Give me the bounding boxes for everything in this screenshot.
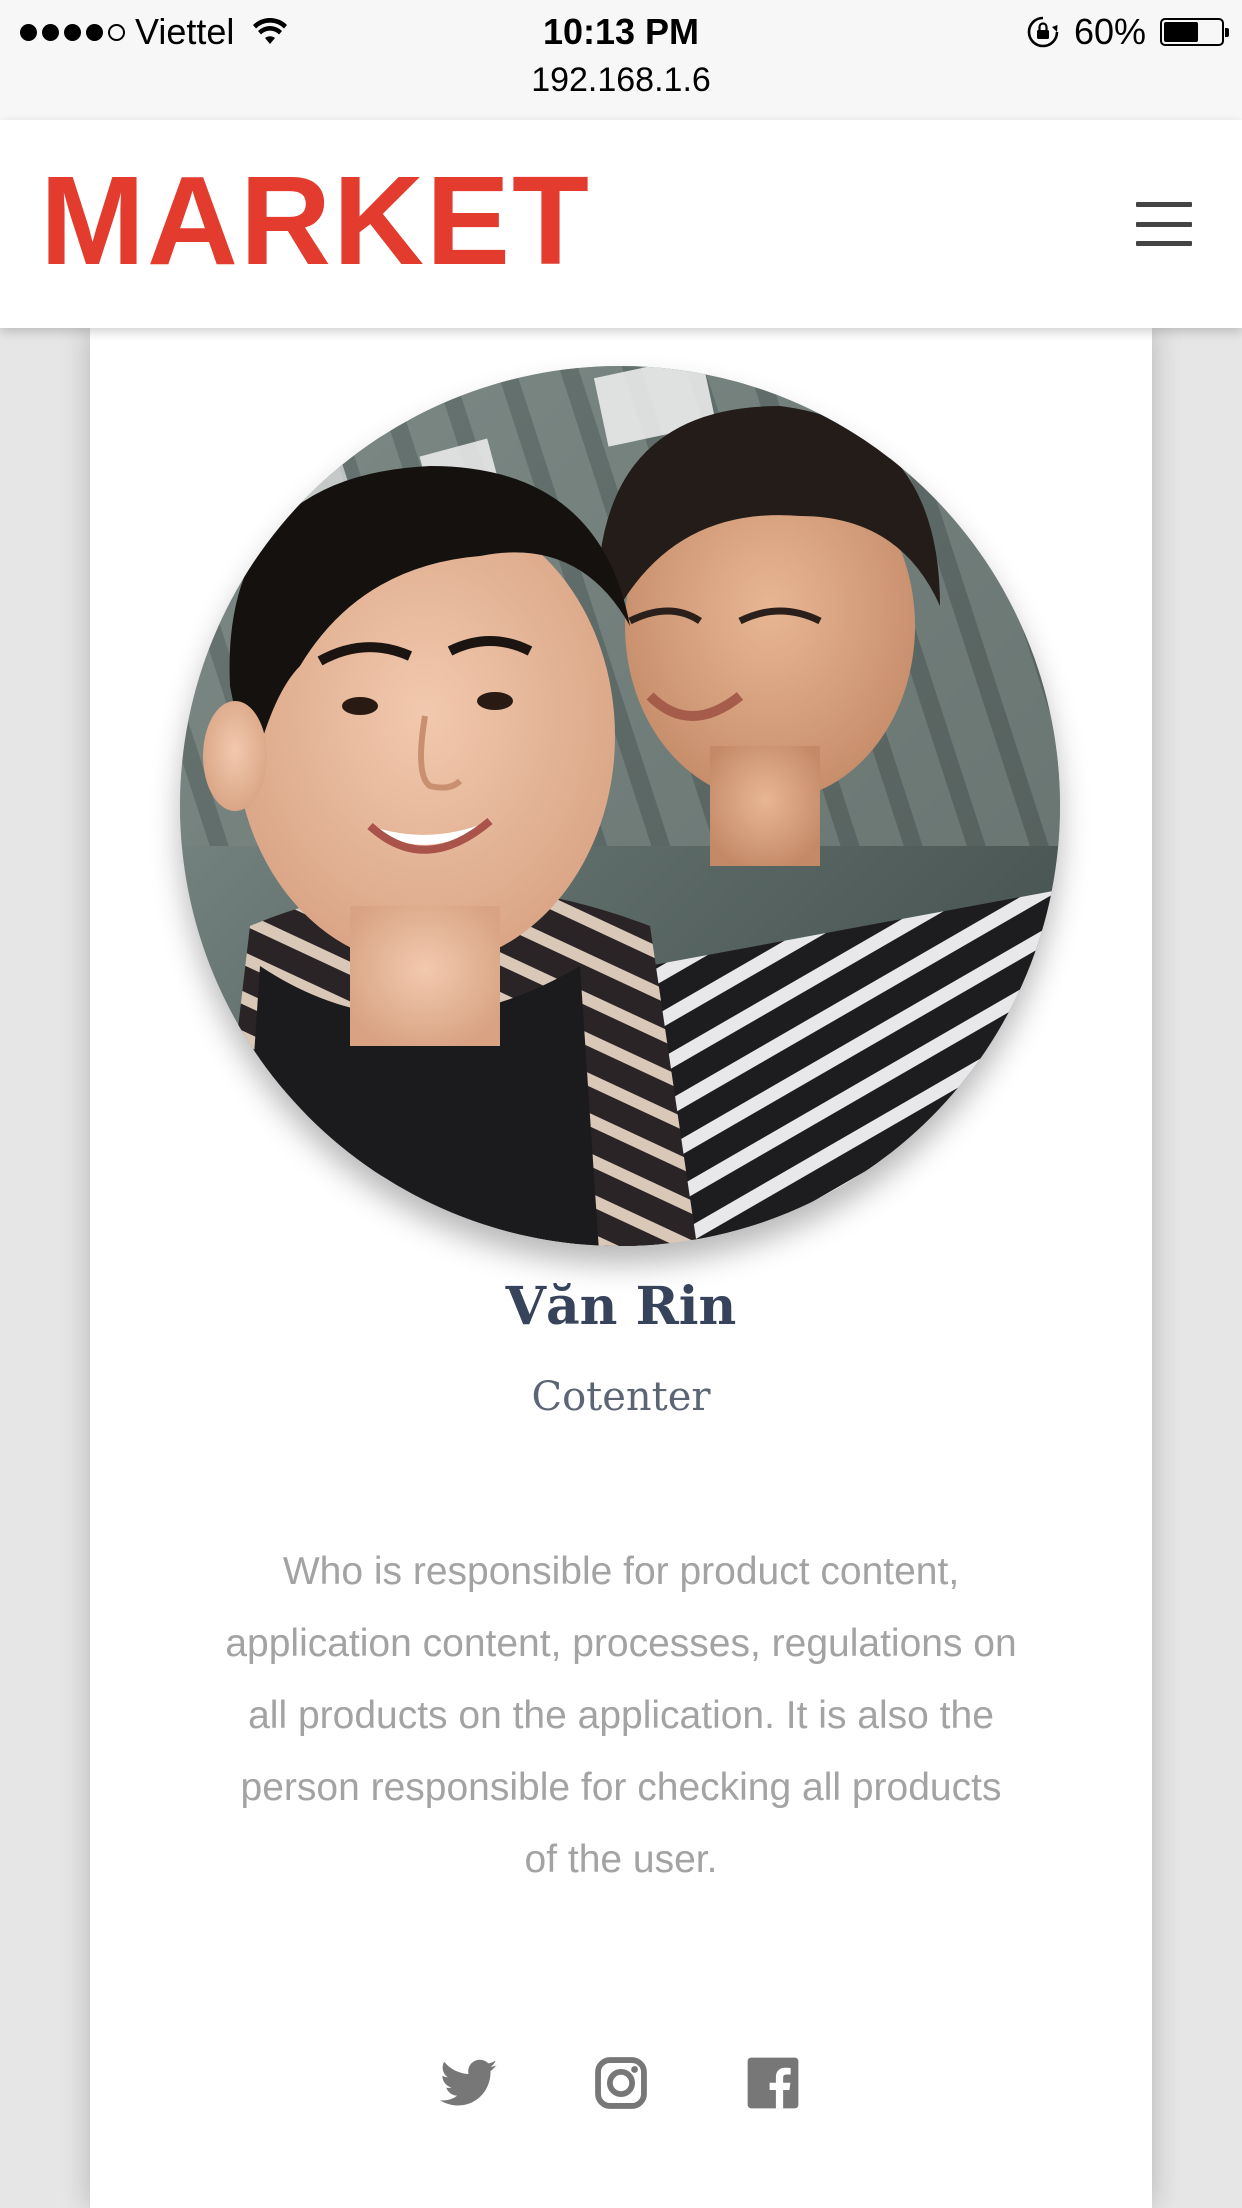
battery-icon bbox=[1160, 18, 1229, 46]
twitter-icon[interactable] bbox=[440, 2054, 498, 2112]
battery-percent: 60% bbox=[1073, 11, 1146, 52]
hamburger-menu-icon[interactable] bbox=[1136, 202, 1192, 246]
status-bar: Viettel 10:13 PM 60% 192.168.1.6 bbox=[0, 0, 1242, 121]
member-role: Cotenter bbox=[531, 1374, 711, 1420]
market-logo[interactable]: MARKET bbox=[40, 158, 591, 284]
profile-card: Văn Rin Cotenter Who is responsible for … bbox=[90, 328, 1152, 2208]
member-name: Văn Rin bbox=[505, 1276, 737, 1337]
profile-photo bbox=[180, 366, 1060, 1246]
facebook-icon[interactable] bbox=[744, 2054, 802, 2112]
instagram-icon[interactable] bbox=[592, 2054, 650, 2112]
member-bio: Who is responsible for product content, … bbox=[225, 1550, 1017, 1881]
status-bar-right: 60% bbox=[1026, 8, 1229, 56]
avatar bbox=[180, 366, 1060, 1246]
orientation-lock-icon bbox=[1027, 16, 1059, 48]
address-url[interactable]: 192.168.1.6 bbox=[0, 58, 1242, 102]
site-header: MARKET bbox=[0, 120, 1242, 328]
social-links bbox=[90, 2054, 1152, 2112]
